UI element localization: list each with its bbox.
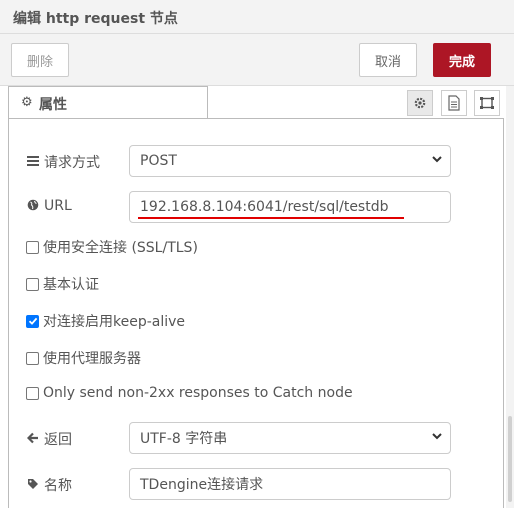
list-icon — [26, 155, 40, 169]
globe-icon — [26, 199, 40, 214]
ssl-checkbox[interactable] — [26, 240, 39, 254]
dialog-toolbar: 删除 取消 完成 — [0, 34, 514, 86]
cancel-button[interactable]: 取消 — [359, 43, 417, 77]
name-label: 名称 — [26, 475, 72, 495]
method-select-value: POST — [140, 153, 177, 169]
url-input-value: 192.168.8.104:6041/rest/sql/testdb — [140, 199, 389, 215]
catch-non2xx-checkbox-label: Only send non-2xx responses to Catch nod… — [43, 385, 353, 401]
method-label-text: 请求方式 — [44, 155, 100, 171]
return-select-value: UTF-8 字符串 — [140, 431, 228, 447]
tag-icon — [26, 478, 40, 493]
dialog-title: 编辑 http request 节点 — [13, 11, 178, 27]
gear-icon: ⚙ — [21, 95, 33, 110]
delete-button[interactable]: 删除 — [11, 43, 69, 77]
checkmark-icon — [28, 317, 37, 325]
done-button[interactable]: 完成 — [433, 43, 491, 77]
method-label: 请求方式 — [26, 152, 100, 172]
description-icon — [448, 95, 460, 111]
method-select[interactable]: POST — [129, 145, 451, 177]
appearance-tab-icon-button[interactable] — [474, 90, 500, 116]
scrollbar-thumb[interactable] — [508, 416, 512, 502]
keep-alive-checkbox[interactable] — [26, 314, 39, 328]
name-input[interactable]: TDengine连接请求 — [129, 468, 451, 500]
basic-auth-checkbox-label: 基本认证 — [43, 277, 99, 293]
ssl-checkbox-label: 使用安全连接 (SSL/TLS) — [43, 240, 198, 256]
url-label-text: URL — [44, 198, 72, 214]
ssl-checkbox-row[interactable]: 使用安全连接 (SSL/TLS) — [26, 237, 198, 257]
tab-bar: ⚙ 属性 — [0, 86, 506, 118]
appearance-icon — [480, 97, 494, 109]
description-tab-icon-button[interactable] — [441, 90, 467, 116]
keep-alive-checkbox-label: 对连接启用keep-alive — [43, 314, 186, 330]
proxy-checkbox-row[interactable]: 使用代理服务器 — [26, 348, 141, 368]
catch-non2xx-checkbox[interactable] — [26, 386, 39, 400]
url-annotation-underline — [138, 217, 404, 219]
dialog-titlebar: 编辑 http request 节点 — [0, 0, 514, 34]
properties-tab-icon-button[interactable] — [407, 90, 433, 116]
return-label-text: 返回 — [44, 432, 72, 448]
properties-panel: 请求方式 POST URL 192.168.8.104:6041/rest/sq… — [8, 118, 504, 508]
gear-icon — [414, 97, 426, 109]
name-input-value: TDengine连接请求 — [140, 477, 264, 493]
chevron-down-icon — [432, 433, 442, 440]
name-label-text: 名称 — [44, 478, 72, 494]
scrollbar[interactable] — [506, 86, 514, 508]
tab-properties[interactable]: ⚙ 属性 — [8, 86, 208, 118]
arrow-left-icon — [26, 432, 40, 447]
basic-auth-checkbox-row[interactable]: 基本认证 — [26, 274, 99, 294]
proxy-checkbox[interactable] — [26, 351, 39, 365]
proxy-checkbox-label: 使用代理服务器 — [43, 351, 141, 367]
chevron-down-icon — [432, 156, 442, 163]
return-select[interactable]: UTF-8 字符串 — [129, 422, 451, 454]
return-label: 返回 — [26, 429, 72, 449]
url-label: URL — [26, 198, 72, 214]
catch-non2xx-checkbox-row[interactable]: Only send non-2xx responses to Catch nod… — [26, 385, 353, 401]
tab-properties-label: 属性 — [39, 97, 67, 113]
basic-auth-checkbox[interactable] — [26, 277, 39, 291]
keep-alive-checkbox-row[interactable]: 对连接启用keep-alive — [26, 311, 185, 331]
